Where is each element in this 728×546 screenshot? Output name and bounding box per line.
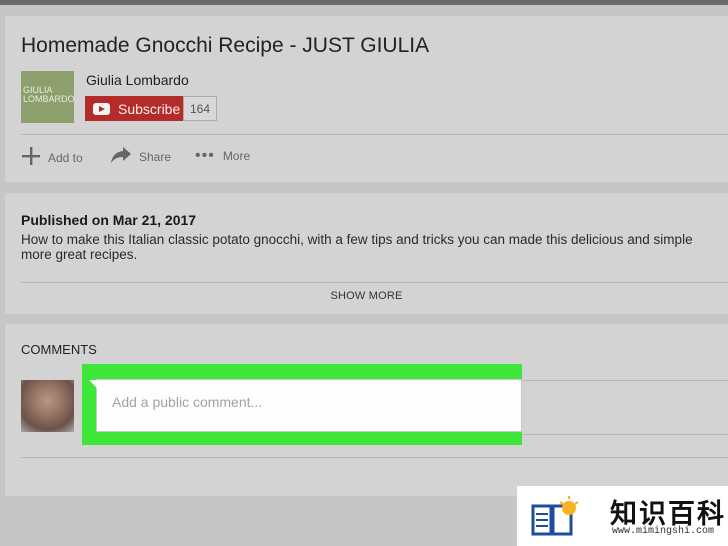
channel-avatar[interactable]: GIULIA LOMBARDO [21, 71, 74, 123]
watermark: 知识百科 www.mimingshi.com [517, 486, 728, 546]
add-to-button[interactable]: Add to [22, 147, 83, 169]
share-button[interactable]: Share [111, 147, 171, 167]
description-text: How to make this Italian classic potato … [21, 232, 728, 262]
divider [21, 282, 728, 283]
more-label: More [222, 149, 251, 163]
comments-card: COMMENTS [5, 324, 728, 496]
user-avatar [21, 380, 74, 432]
divider [21, 134, 728, 135]
subscribe-button[interactable]: Subscribe [85, 96, 183, 121]
description-line-1: How to make this Italian classic potato … [21, 232, 693, 247]
comment-input[interactable] [110, 393, 494, 411]
share-label: Share [139, 150, 172, 164]
channel-name[interactable]: Giulia Lombardo [86, 72, 189, 88]
published-date: Published on Mar 21, 2017 [21, 212, 197, 228]
divider [21, 457, 728, 458]
plus-icon [22, 147, 40, 169]
video-player-bottom-edge [0, 0, 728, 5]
add-to-label: Add to [48, 151, 83, 165]
divider [522, 380, 728, 381]
book-lightbulb-icon [531, 494, 581, 538]
show-more-button[interactable]: SHOW MORE [5, 290, 728, 302]
youtube-play-icon [93, 102, 110, 115]
more-button[interactable]: ••• More [195, 147, 250, 165]
video-info-card: Homemade Gnocchi Recipe - JUST GIULIA GI… [5, 16, 728, 182]
comments-heading: COMMENTS [21, 342, 97, 357]
description-line-2: more great recipes. [21, 247, 138, 262]
comment-pointer [89, 380, 97, 388]
share-arrow-icon [111, 147, 131, 167]
more-dots-icon: ••• [195, 147, 215, 164]
subscriber-count: 164 [183, 96, 217, 121]
divider [522, 434, 728, 435]
watermark-url: www.mimingshi.com [612, 526, 715, 537]
video-title: Homemade Gnocchi Recipe - JUST GIULIA [21, 34, 430, 57]
comment-box[interactable] [96, 379, 522, 432]
channel-avatar-text-2: LOMBARDO [23, 94, 74, 104]
description-card: Published on Mar 21, 2017 How to make th… [5, 193, 728, 314]
subscribe-label: Subscribe [118, 100, 181, 117]
